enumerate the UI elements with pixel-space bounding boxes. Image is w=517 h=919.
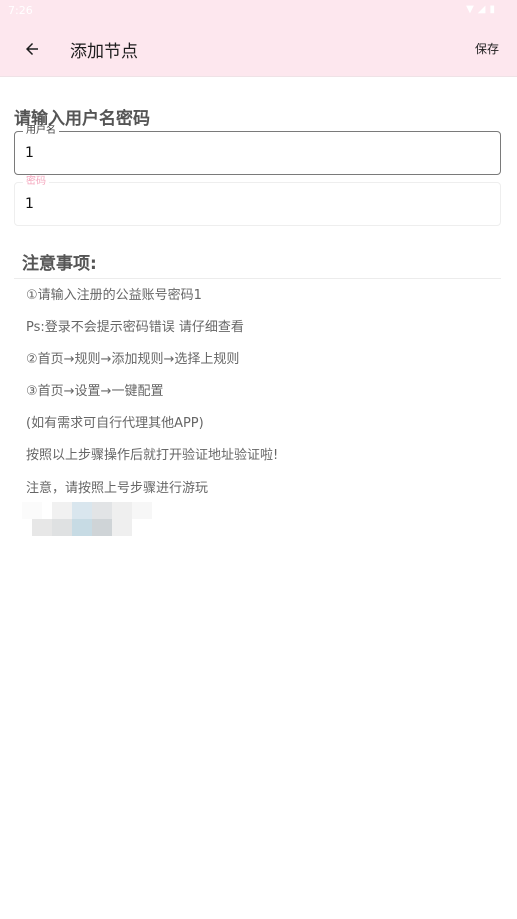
note-line: 按照以上步骤操作后就打开验证地址验证啦! (26, 448, 279, 463)
notes-title: 注意事项: (22, 254, 97, 274)
username-field[interactable]: 用户名 1 (14, 125, 501, 175)
save-button[interactable]: 保存 (475, 40, 499, 57)
signal-icon: ◢ (477, 4, 486, 15)
username-label: 用户名 (23, 125, 59, 137)
password-value: 1 (25, 196, 34, 212)
battery-icon: ▮ (489, 4, 495, 15)
page-title: 添加节点 (70, 42, 138, 62)
arrow-left-icon (26, 43, 38, 55)
app-bar: 添加节点 保存 (0, 22, 517, 77)
status-bar: 7:26 ▼ ◢ ▮ (0, 0, 517, 22)
divider (14, 278, 501, 279)
note-line: 注意，请按照上号步骤进行游玩 (26, 481, 209, 496)
back-button[interactable] (18, 35, 46, 63)
username-value: 1 (25, 145, 34, 161)
note-line: ①请输入注册的公益账号密码1 (26, 288, 202, 303)
note-line: (如有需求可自行代理其他APP) (26, 416, 204, 431)
status-time: 7:26 (8, 4, 33, 17)
note-line: Ps:登录不会提示密码错误 请仔细查看 (26, 320, 244, 335)
note-line: ②首页→规则→添加规则→选择上规则 (26, 352, 240, 367)
password-field[interactable]: 密码 1 (14, 176, 501, 226)
password-label: 密码 (23, 176, 49, 188)
pixelated-image (22, 502, 152, 536)
status-icons: ▼ ◢ ▮ (466, 4, 495, 15)
wifi-icon: ▼ (466, 4, 474, 15)
note-line: ③首页→设置→一键配置 (26, 384, 164, 399)
